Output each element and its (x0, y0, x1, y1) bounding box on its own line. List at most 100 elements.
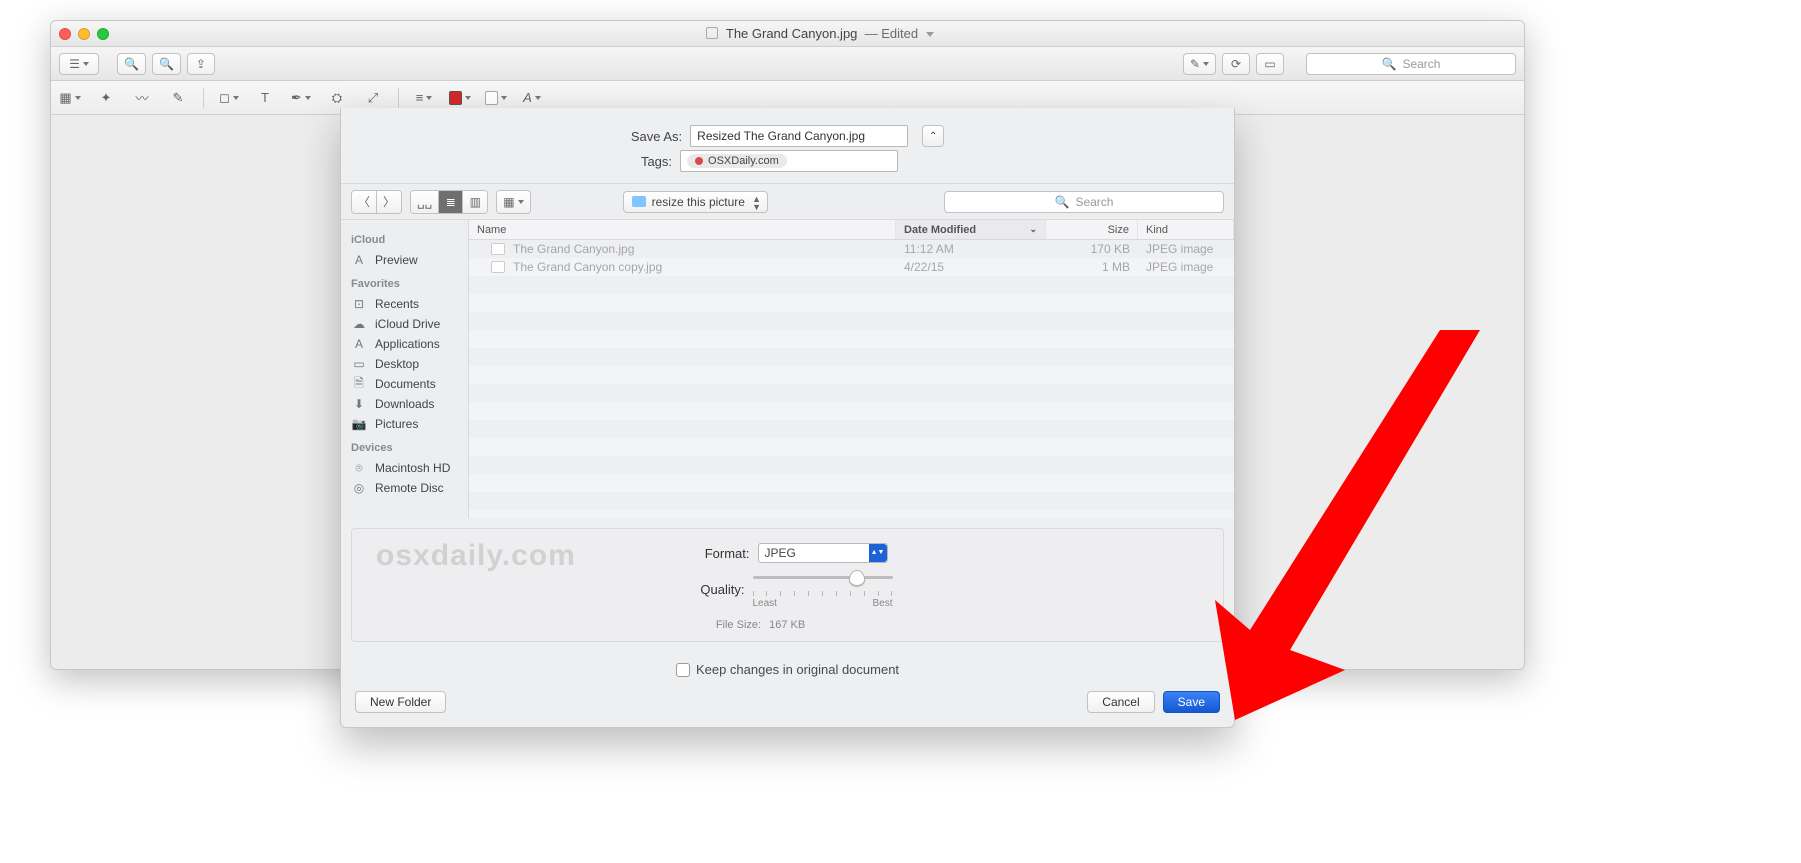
font-style-button[interactable]: A (521, 87, 543, 109)
empty-row (469, 456, 1234, 474)
save-as-label: Save As: (631, 129, 682, 144)
column-name[interactable]: Name (469, 220, 896, 239)
sidebar-item-icon: ▭ (351, 357, 367, 371)
quality-label: Quality: (683, 582, 745, 597)
document-proxy-icon[interactable] (706, 27, 718, 39)
sidebar-item-icon: ⌾ (351, 461, 367, 475)
format-options-panel: osxdaily.com Format: JPEG ▲▼ Quality: (351, 528, 1224, 642)
empty-row (469, 330, 1234, 348)
minimize-window-button[interactable] (78, 28, 90, 40)
sidebar-item[interactable]: ⌾Macintosh HD (341, 458, 468, 478)
save-as-input[interactable]: Resized The Grand Canyon.jpg (690, 125, 908, 147)
expand-collapse-button[interactable]: ⌃ (922, 125, 944, 147)
sidebar-section-header: iCloud (341, 226, 468, 250)
format-combobox[interactable]: JPEG ▲▼ (758, 543, 888, 563)
tags-input[interactable]: OSXDaily.com (680, 150, 898, 172)
shapes-button[interactable]: ◻ (218, 87, 240, 109)
empty-row (469, 276, 1234, 294)
search-icon: 🔍 (1054, 195, 1069, 209)
column-view-button[interactable]: ▥ (463, 191, 487, 213)
empty-row (469, 402, 1234, 420)
sidebar-item[interactable]: ☁iCloud Drive (341, 314, 468, 334)
save-button[interactable]: Save (1163, 691, 1220, 713)
file-rows[interactable]: The Grand Canyon.jpg11:12 AM170 KBJPEG i… (469, 240, 1234, 518)
quality-slider[interactable] (753, 569, 893, 587)
empty-row (469, 492, 1234, 510)
instant-alpha-button[interactable]: ✦ (95, 87, 117, 109)
file-row[interactable]: The Grand Canyon.jpg11:12 AM170 KBJPEG i… (469, 240, 1234, 258)
empty-row (469, 348, 1234, 366)
file-size: 170 KB (1046, 242, 1138, 256)
sidebar[interactable]: iCloudAPreviewFavorites⊡Recents☁iCloud D… (341, 220, 469, 518)
column-name-label: Name (477, 224, 506, 236)
sketch-tool-button[interactable]: 〰 (131, 87, 153, 109)
share-button[interactable]: ⇪ (187, 53, 215, 75)
forward-button[interactable]: 〉 (377, 191, 401, 213)
location-popup[interactable]: resize this picture ▲▼ (623, 191, 768, 213)
keep-changes-checkbox[interactable] (676, 663, 690, 677)
fill-color-button[interactable] (485, 87, 507, 109)
cancel-button[interactable]: Cancel (1087, 691, 1154, 713)
sidebar-item[interactable]: 🗎Documents (341, 374, 468, 394)
sidebar-item[interactable]: ⬇Downloads (341, 394, 468, 414)
save-dialog-header: Save As: Resized The Grand Canyon.jpg ⌃ … (341, 108, 1234, 184)
empty-row (469, 384, 1234, 402)
sidebar-item-icon: ⊡ (351, 297, 367, 311)
sidebar-item-label: Downloads (375, 397, 434, 411)
edit-mode-button[interactable]: ▭ (1256, 53, 1284, 75)
close-window-button[interactable] (59, 28, 71, 40)
zoom-window-button[interactable] (97, 28, 109, 40)
slider-thumb[interactable] (849, 570, 865, 586)
sidebar-section-header: Favorites (341, 270, 468, 294)
sidebar-item[interactable]: ▭Desktop (341, 354, 468, 374)
sidebar-item[interactable]: ⊡Recents (341, 294, 468, 314)
back-button[interactable]: 〈 (352, 191, 377, 213)
sidebar-item[interactable]: ◎ Remote Disc (341, 478, 468, 498)
sidebar-item[interactable]: 📷Pictures (341, 414, 468, 434)
sign-button[interactable]: ✒ (290, 87, 312, 109)
adjust-color-button[interactable]: ⛭ (326, 87, 348, 109)
file-kind: JPEG image (1138, 242, 1234, 256)
group-by-button[interactable]: ▦ (497, 191, 529, 213)
sidebar-item[interactable]: AApplications (341, 334, 468, 354)
rotate-button[interactable]: ⟳ (1222, 53, 1250, 75)
watermark-text: osxdaily.com (376, 539, 576, 573)
column-size[interactable]: Size (1046, 220, 1138, 239)
location-name: resize this picture (652, 195, 745, 209)
zoom-out-button[interactable]: 🔍 (117, 53, 146, 75)
stroke-color-button[interactable] (449, 87, 471, 109)
text-tool-button[interactable]: T (254, 87, 276, 109)
draw-tool-button[interactable]: ✎ (167, 87, 189, 109)
column-date[interactable]: Date Modified ⌄ (896, 220, 1046, 239)
sidebar-item-label: Applications (375, 337, 440, 351)
zoom-in-button[interactable]: 🔍 (152, 53, 181, 75)
sidebar-item[interactable]: APreview (341, 250, 468, 270)
column-kind[interactable]: Kind (1138, 220, 1234, 239)
column-headers: Name Date Modified ⌄ Size Kind (469, 220, 1234, 240)
titlebar: The Grand Canyon.jpg — Edited (51, 21, 1524, 47)
new-folder-button[interactable]: New Folder (355, 691, 446, 713)
tag-color-dot-icon (695, 157, 703, 165)
sidebar-toggle-button[interactable]: ☰ (59, 53, 99, 75)
dialog-search-field[interactable]: 🔍 Search (944, 191, 1224, 213)
adjust-size-button[interactable]: ⤢ (362, 87, 384, 109)
sidebar-item-label: Pictures (375, 417, 418, 431)
sidebar-item-icon: ◎ (351, 481, 367, 495)
tags-label: Tags: (641, 154, 672, 169)
window-search-field[interactable]: 🔍 Search (1306, 53, 1516, 75)
empty-row (469, 510, 1234, 518)
title-menu-chevron-icon[interactable] (926, 32, 934, 37)
line-weight-button[interactable]: ≡ (413, 87, 435, 109)
file-row[interactable]: The Grand Canyon copy.jpg4/22/151 MBJPEG… (469, 258, 1234, 276)
sidebar-item-label: Preview (375, 253, 418, 267)
column-date-label: Date Modified (904, 224, 976, 236)
sidebar-item-label: iCloud Drive (375, 317, 440, 331)
sidebar-item-label: Remote Disc (375, 481, 444, 495)
selection-tool-button[interactable]: ▦ (59, 87, 81, 109)
icon-view-button[interactable]: ␣␣ (411, 191, 439, 213)
list-view-button[interactable]: ≣ (439, 191, 463, 213)
file-size-value: 167 KB (769, 619, 805, 631)
markup-toggle-button[interactable]: ✎ (1183, 53, 1216, 75)
folder-icon (632, 196, 646, 207)
tag-chip[interactable]: OSXDaily.com (687, 154, 787, 168)
